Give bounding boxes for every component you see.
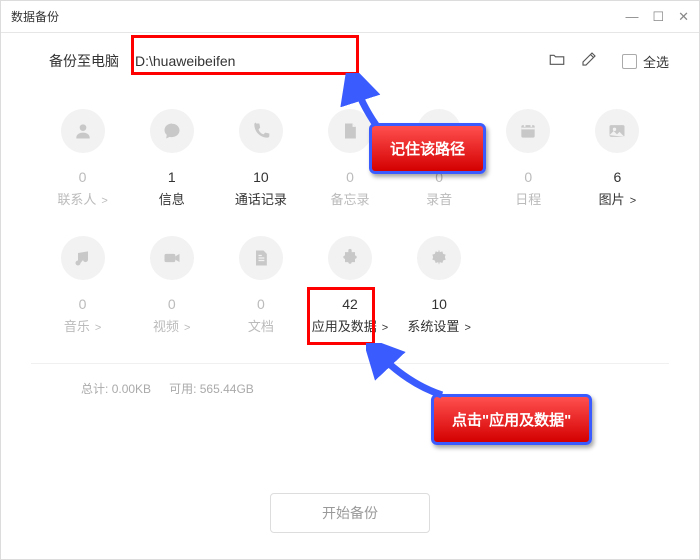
category-contacts[interactable]: 0 联系人 > <box>41 109 124 208</box>
category-label: 信息 <box>159 189 185 208</box>
category-row-1: 0联系人 >1信息10通话记录0备忘录0录音0日程6图片 > <box>41 109 659 208</box>
video-icon <box>150 236 194 280</box>
category-label: 联系人 > <box>57 189 108 208</box>
backup-path-input[interactable] <box>133 45 353 77</box>
category-label: 系统设置 > <box>407 316 471 335</box>
category-count: 0 <box>257 296 265 312</box>
titlebar: 数据备份 — ☐ ✕ <box>1 1 699 33</box>
category-label: 录音 <box>426 189 452 208</box>
checkbox-icon <box>622 54 637 69</box>
category-pictures[interactable]: 6 图片 > <box>576 109 659 208</box>
chevron-right-icon: > <box>627 195 636 207</box>
window-controls: — ☐ ✕ <box>625 9 689 25</box>
category-count: 0 <box>524 169 532 185</box>
image-icon <box>595 109 639 153</box>
category-grid: 0 联系人 > 1 信息 10 通话记录 0 备忘录 0 录音 0 日程 6 图片 > 0 音乐 > 0 视频 … <box>1 89 699 335</box>
category-count: 0 <box>79 296 87 312</box>
close-icon[interactable]: ✕ <box>678 9 689 25</box>
category-count: 10 <box>431 296 447 312</box>
category-label: 备忘录 <box>330 189 369 208</box>
category-count: 6 <box>614 169 622 185</box>
category-appdata[interactable]: 42 应用及数据 > <box>308 236 391 335</box>
chevron-right-icon: > <box>181 322 190 334</box>
chevron-right-icon: > <box>379 322 388 334</box>
category-count: 0 <box>79 169 87 185</box>
callout-remember-path: 记住该路径 <box>369 123 486 174</box>
calendar-icon <box>506 109 550 153</box>
backup-path-bar: 备份至电脑 全选 <box>1 33 699 89</box>
category-calllog[interactable]: 10 通话记录 <box>219 109 302 208</box>
select-all-label: 全选 <box>643 52 669 71</box>
start-backup-button[interactable]: 开始备份 <box>270 493 430 533</box>
doc-icon <box>239 236 283 280</box>
note-icon <box>328 109 372 153</box>
window-title: 数据备份 <box>11 8 625 25</box>
minimize-icon[interactable]: — <box>625 9 638 25</box>
backup-to-label: 备份至电脑 <box>49 51 119 71</box>
category-label: 日程 <box>515 189 541 208</box>
category-label: 音乐 > <box>64 316 102 335</box>
category-document[interactable]: 0 文档 <box>219 236 302 335</box>
category-label: 通话记录 <box>235 189 287 208</box>
available-size: 可用: 565.44GB <box>169 380 254 397</box>
music-icon <box>61 236 105 280</box>
puzzle-icon <box>328 236 372 280</box>
category-messages[interactable]: 1 信息 <box>130 109 213 208</box>
phone-icon <box>239 109 283 153</box>
category-count: 1 <box>168 169 176 185</box>
total-size: 总计: 0.00KB <box>81 380 151 397</box>
category-count: 0 <box>346 169 354 185</box>
category-calendar[interactable]: 0 日程 <box>487 109 570 208</box>
person-icon <box>61 109 105 153</box>
gear-icon <box>417 236 461 280</box>
category-label: 视频 > <box>153 316 191 335</box>
category-label: 图片 > <box>599 189 637 208</box>
callout-click-appdata: 点击"应用及数据" <box>431 394 592 445</box>
chevron-right-icon: > <box>92 322 101 334</box>
chevron-right-icon: > <box>98 195 107 207</box>
category-label: 应用及数据 > <box>312 316 389 335</box>
edit-icon[interactable] <box>580 50 598 73</box>
path-actions <box>548 50 598 73</box>
category-music[interactable]: 0 音乐 > <box>41 236 124 335</box>
category-count: 10 <box>253 169 269 185</box>
category-sysset[interactable]: 10 系统设置 > <box>398 236 481 335</box>
maximize-icon[interactable]: ☐ <box>652 9 664 25</box>
folder-open-icon[interactable] <box>548 50 566 73</box>
category-row-2: 0 音乐 > 0 视频 > 0 文档 42 应用及数据 > 10 系统设置 > <box>41 236 659 335</box>
category-video[interactable]: 0 视频 > <box>130 236 213 335</box>
message-icon <box>150 109 194 153</box>
category-label: 文档 <box>248 316 274 335</box>
chevron-right-icon: > <box>461 322 470 334</box>
path-input-wrap <box>133 45 353 77</box>
category-count: 0 <box>168 296 176 312</box>
category-count: 42 <box>342 296 358 312</box>
select-all-checkbox[interactable]: 全选 <box>622 52 669 71</box>
